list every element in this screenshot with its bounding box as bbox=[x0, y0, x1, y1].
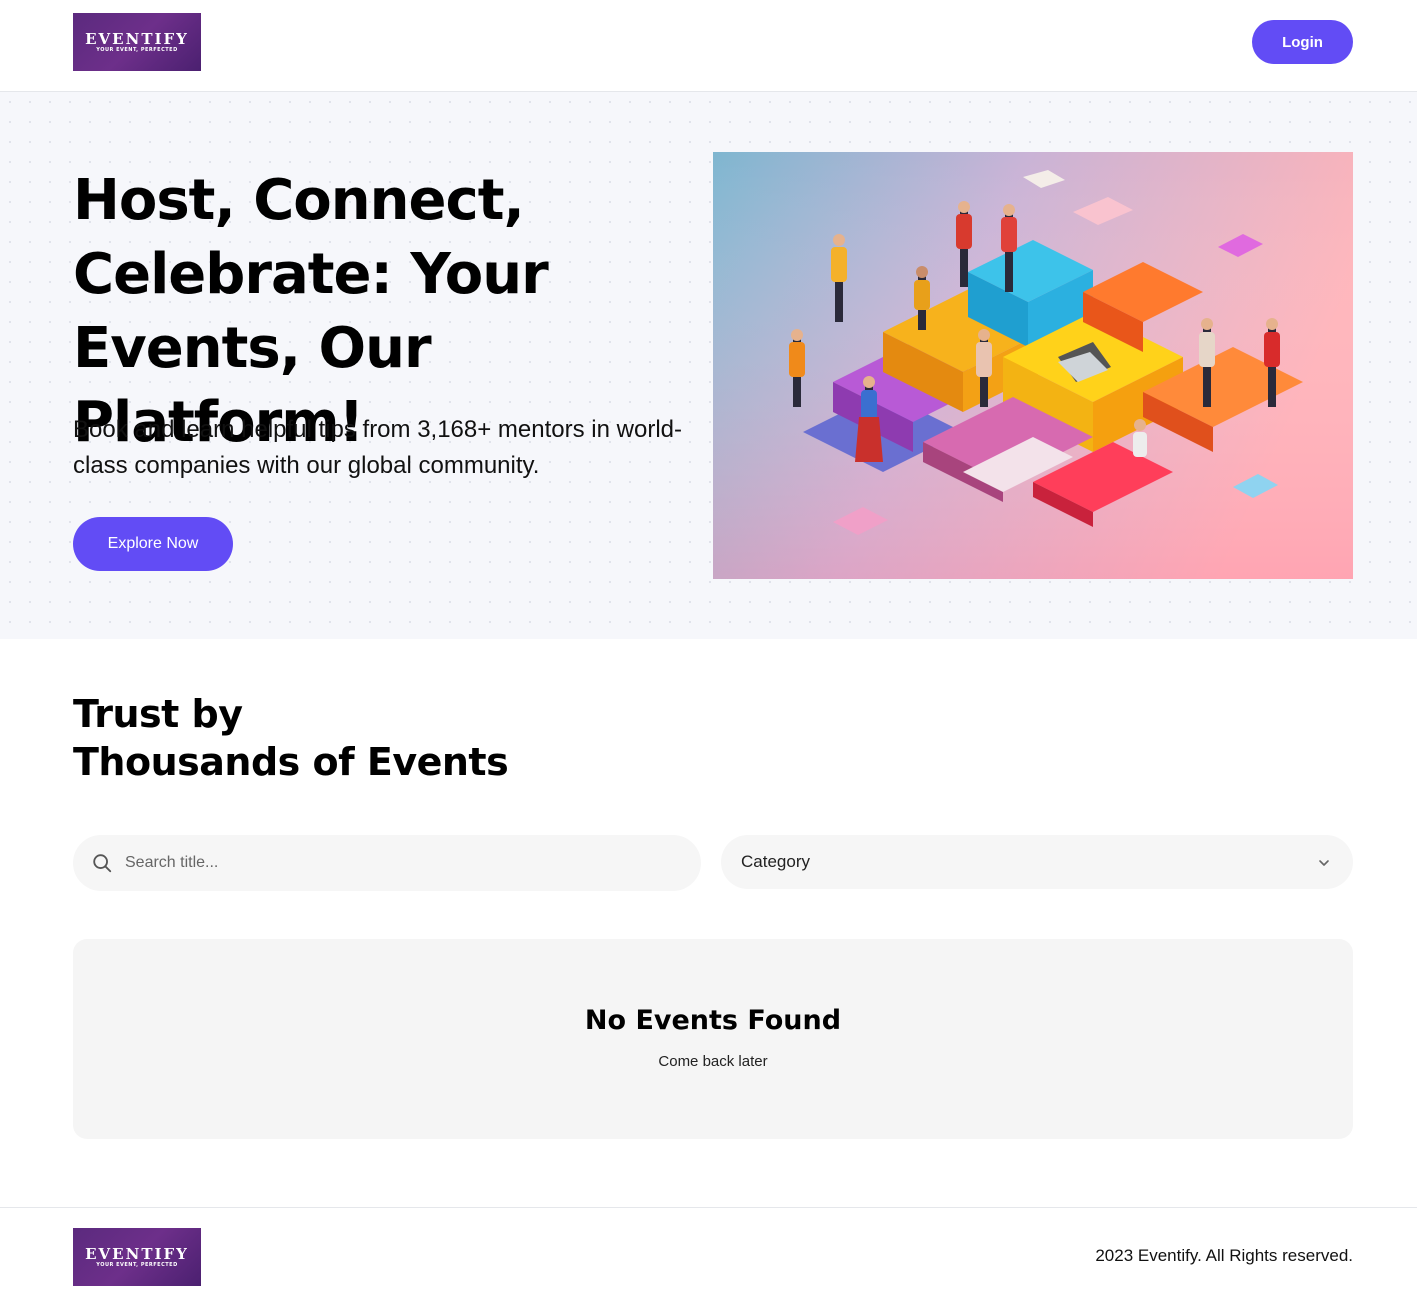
logo-wordmark: EVENTIFY bbox=[85, 29, 189, 48]
events-title-line2: Thousands of Events bbox=[73, 740, 509, 784]
site-footer: EVENTIFY YOUR EVENT, PERFECTED 2023 Even… bbox=[0, 1207, 1417, 1307]
site-header: EVENTIFY YOUR EVENT, PERFECTED Login bbox=[0, 0, 1417, 92]
hero-section: Host, Connect, Celebrate: Your Events, O… bbox=[0, 92, 1417, 639]
events-section-title: Trust by Thousands of Events bbox=[73, 690, 673, 786]
logo-wordmark: EVENTIFY bbox=[85, 1244, 189, 1263]
events-title-line1: Trust by bbox=[73, 692, 243, 736]
empty-state-title: No Events Found bbox=[584, 1005, 842, 1036]
chevron-down-icon bbox=[1319, 860, 1329, 866]
empty-state-subtitle: Come back later bbox=[658, 1053, 768, 1070]
logo-tagline: YOUR EVENT, PERFECTED bbox=[96, 1261, 178, 1268]
explore-now-button[interactable]: Explore Now bbox=[73, 517, 233, 571]
search-box[interactable] bbox=[73, 835, 701, 891]
search-icon bbox=[93, 854, 112, 873]
copyright-text: 2023 Eventify. All Rights reserved. bbox=[1095, 1246, 1353, 1265]
search-input[interactable] bbox=[125, 835, 685, 891]
footer-eventify-logo[interactable]: EVENTIFY YOUR EVENT, PERFECTED bbox=[73, 1228, 201, 1286]
logo-tagline: YOUR EVENT, PERFECTED bbox=[96, 46, 178, 53]
eventify-logo[interactable]: EVENTIFY YOUR EVENT, PERFECTED bbox=[73, 13, 201, 71]
hero-illustration bbox=[713, 152, 1353, 579]
login-button[interactable]: Login bbox=[1252, 20, 1353, 64]
hero-subtitle: Book and learn helpful tips from 3,168+ … bbox=[73, 416, 682, 479]
category-selected-value: Category bbox=[741, 852, 810, 871]
category-select[interactable]: Category bbox=[721, 835, 1353, 889]
empty-events-card: No Events Found Come back later bbox=[73, 939, 1353, 1139]
